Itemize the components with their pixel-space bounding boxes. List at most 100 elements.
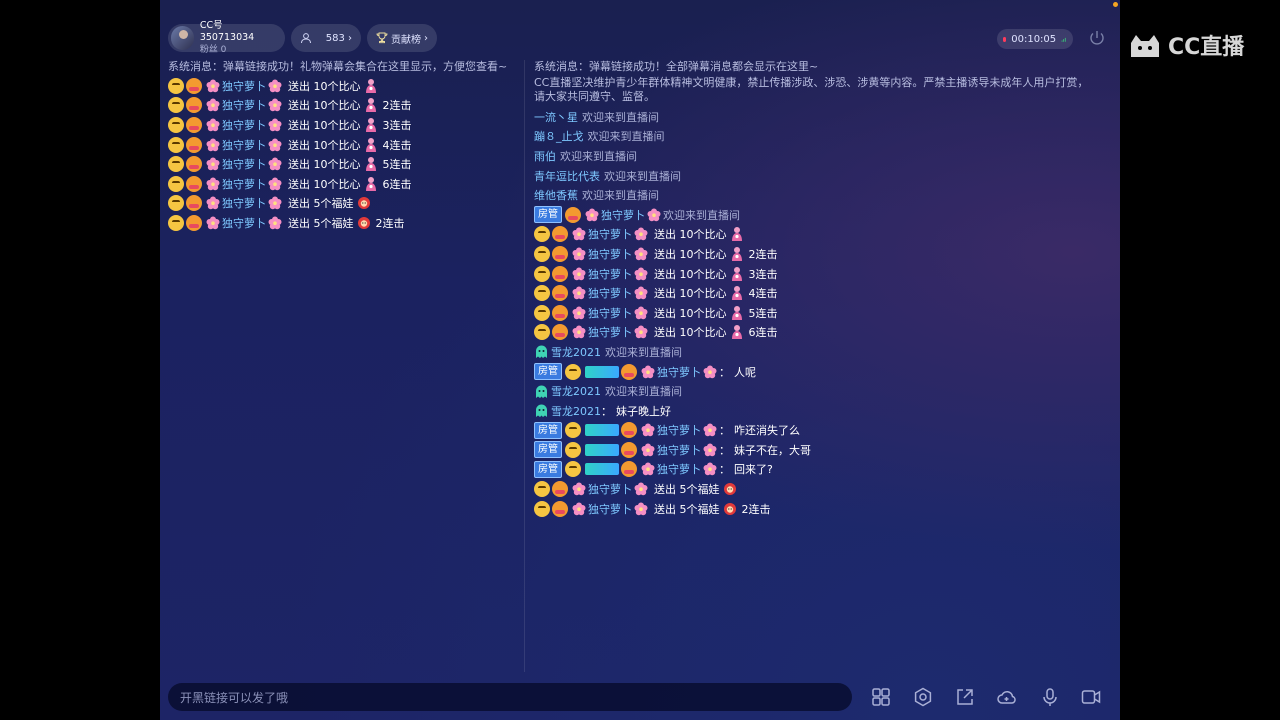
username[interactable]: 独守萝卜 (588, 226, 632, 242)
medal-icon (186, 77, 202, 94)
chat-message: 房管 独守萝卜 ： 妹子不在，大哥 (534, 440, 1094, 460)
username[interactable]: 雨伯 (534, 148, 556, 164)
medal-icon (186, 156, 202, 173)
chat-message: 房管 独守萝卜 ： 咋还消失了么 (534, 421, 1094, 441)
gift-icon (365, 98, 376, 113)
gift-list: 独守萝卜 送出 5个福娃 独守萝卜 送出 5个福娃 2连击 (534, 479, 1094, 518)
username[interactable]: 独守萝卜 (222, 78, 266, 94)
gift-action: 送出 10个比心 (288, 79, 361, 93)
emoji-icon (534, 226, 550, 243)
welcome-item: 蹦８_止戈 欢迎来到直播间 (534, 127, 1094, 147)
username[interactable]: 独守萝卜 (588, 285, 632, 301)
emoji-icon (168, 136, 184, 153)
username[interactable]: 独守萝卜 (588, 501, 632, 517)
flower-icon (585, 208, 599, 222)
gift-item: 独守萝卜 送出 10个比心 2连击 (534, 244, 1094, 264)
username[interactable]: 独守萝卜 (222, 137, 266, 153)
share-icon[interactable] (954, 686, 976, 708)
username[interactable]: 雪龙2021 (551, 344, 601, 360)
emoji-icon (534, 324, 550, 341)
username[interactable]: 独守萝卜 (588, 246, 632, 262)
username[interactable]: 蹦８_止戈 (534, 128, 584, 144)
username[interactable]: 独守萝卜 (657, 461, 701, 477)
flower-icon (703, 462, 717, 476)
welcome-text: 欢迎来到直播间 (605, 385, 682, 399)
welcome-text: 欢迎来到直播间 (582, 189, 659, 203)
username[interactable]: 雪龙2021 (551, 383, 601, 399)
gift-item: 独守萝卜 送出 10个比心 3连击 (168, 115, 510, 135)
level-badge-icon (585, 365, 619, 378)
gift-action: 送出 10个比心 (654, 228, 727, 242)
username[interactable]: 独守萝卜 (222, 156, 266, 172)
username[interactable]: 一流丶星 (534, 109, 578, 125)
emoji-icon (534, 245, 550, 262)
username[interactable]: 独守萝卜 (657, 422, 701, 438)
welcome-list: 一流丶星 欢迎来到直播间 蹦８_止戈 欢迎来到直播间 雨伯 欢迎来到直播间 青年… (534, 107, 1094, 205)
grid-icon[interactable] (870, 686, 892, 708)
admin-badge: 房管 (534, 363, 562, 381)
flower-icon (206, 216, 220, 230)
gift-item: 独守萝卜 送出 5个福娃 2连击 (168, 213, 510, 233)
cloud-game-icon[interactable] (996, 686, 1018, 708)
welcome-text: 欢迎来到直播间 (582, 110, 659, 124)
list-item: 雪龙2021 欢迎来到直播间 (534, 342, 1094, 362)
chat-input-placeholder: 开黑链接可以发了哦 (180, 690, 289, 705)
power-icon[interactable] (1088, 29, 1106, 47)
username[interactable]: 独守萝卜 (588, 305, 632, 321)
gift-list: 独守萝卜 送出 10个比心 独守萝卜 送出 10个比心 2连击 独守萝卜 送出 … (534, 225, 1094, 343)
flower-icon (572, 247, 586, 261)
welcome-item: 一流丶星 欢迎来到直播间 (534, 107, 1094, 127)
message-text: 人呢 (734, 365, 756, 379)
chat-input[interactable]: 开黑链接可以发了哦 (168, 683, 852, 711)
emoji-icon (534, 481, 550, 498)
rank-label: 贡献榜 (391, 34, 421, 46)
medal-icon (552, 265, 568, 282)
contribution-rank-button[interactable]: 贡献榜 › (367, 24, 437, 52)
emoji-icon (168, 214, 184, 231)
flower-icon (647, 208, 661, 222)
medal-icon (186, 116, 202, 133)
username[interactable]: 独守萝卜 (588, 266, 632, 282)
username[interactable]: 独守萝卜 (588, 324, 632, 340)
logo-text: CC直播 (1168, 35, 1245, 60)
gift-action: 送出 10个比心 (288, 138, 361, 152)
username[interactable]: 雪龙2021 (551, 403, 601, 419)
flower-icon (634, 227, 648, 241)
colon: ： (719, 463, 730, 477)
username[interactable]: 独守萝卜 (222, 97, 266, 113)
username[interactable]: 独守萝卜 (601, 207, 645, 223)
username[interactable]: 独守萝卜 (657, 442, 701, 458)
chat-message: 雪龙2021 ： 妹子晚上好 (534, 401, 1094, 421)
gift-item: 独守萝卜 送出 10个比心 3连击 (534, 264, 1094, 284)
username[interactable]: 青年逗比代表 (534, 168, 600, 184)
username[interactable]: 独守萝卜 (222, 176, 266, 192)
username[interactable]: 独守萝卜 (657, 364, 701, 380)
gift-icon (731, 266, 742, 281)
medal-icon (186, 97, 202, 114)
streamer-profile[interactable]: CC号 350713034 粉丝 0 (168, 20, 285, 55)
username[interactable]: 独守萝卜 (222, 215, 266, 231)
flower-icon (268, 177, 282, 191)
username[interactable]: 独守萝卜 (222, 117, 266, 133)
username[interactable]: 独守萝卜 (222, 195, 266, 211)
gift-icon (731, 246, 742, 261)
flower-icon (268, 79, 282, 93)
viewers-button[interactable]: 583 › (291, 24, 361, 52)
gift-item: 独守萝卜 送出 5个福娃 (168, 194, 510, 214)
settings-icon[interactable] (912, 686, 934, 708)
microphone-icon[interactable] (1039, 686, 1061, 708)
medal-icon (186, 175, 202, 192)
gift-list: 独守萝卜 送出 10个比心 独守萝卜 送出 10个比心 2连击 独守萝卜 送出 … (168, 76, 510, 233)
emoji-icon (534, 500, 550, 517)
gift-item: 独守萝卜 送出 10个比心 5连击 (534, 303, 1094, 323)
camera-icon[interactable] (1080, 686, 1102, 708)
flower-icon (206, 196, 220, 210)
combo-count: 3连击 (382, 118, 412, 132)
medal-icon (552, 481, 568, 498)
streamer-info: CC号 350713034 粉丝 0 (200, 20, 276, 56)
flower-icon (634, 306, 648, 320)
emoji-icon (168, 116, 184, 133)
username[interactable]: 维他香蕉 (534, 187, 578, 203)
username[interactable]: 独守萝卜 (588, 481, 632, 497)
gift-action: 送出 10个比心 (654, 306, 727, 320)
